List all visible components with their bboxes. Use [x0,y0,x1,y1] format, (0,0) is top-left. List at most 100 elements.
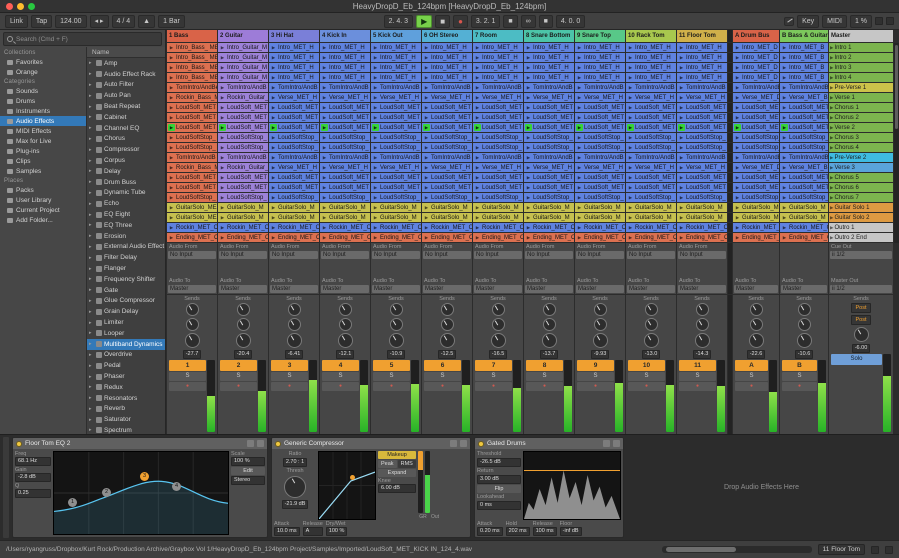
clip-slot[interactable]: ▶TomIntro/AndB [422,153,472,162]
pan-knob[interactable] [593,333,608,348]
clip-slot[interactable]: ▶LoudSoft_MET [422,183,472,192]
clip-slot[interactable]: ▶Ending_MET_O [371,233,421,242]
clip-slot[interactable]: ▶Verse_MET_H [320,163,370,172]
track-header[interactable]: 9 Snare Top [575,30,625,42]
gain-value[interactable]: -2.8 dB [15,473,51,482]
clip-slot[interactable]: ▶LoudSoftStop_ [473,143,523,152]
browser-device-item[interactable]: ▸Flanger [87,263,165,274]
send-a-knob[interactable] [645,303,658,316]
clip-slot[interactable]: ▶LoudSoft_MET [167,113,217,122]
clip-slot[interactable]: ▶LoudSoft_MET [371,113,421,122]
send-a-knob[interactable] [339,303,352,316]
clip-slot[interactable]: ▶LoudSoftStop_ [626,133,676,142]
clip-slot[interactable]: ▶GuitarSolo_M [473,213,523,222]
clip-slot[interactable]: ▶LoudSoft_MET [269,173,319,182]
clip-slot[interactable]: ▶Intro_Guitar_M [218,43,268,52]
browser-device-item[interactable]: ▸Reverb [87,404,165,415]
clip-slot[interactable]: ▶Ending_MET_O [218,233,268,242]
tap-tempo-button[interactable]: Tap [31,15,52,28]
arm-button[interactable]: ● [271,382,308,391]
clip-slot[interactable]: ▶GuitarSolo_M [524,213,574,222]
scene-slot[interactable]: ▶Chorus 4 [829,143,893,152]
scene-slot[interactable]: ▶Outro 2 End [829,233,893,242]
clip-slot[interactable]: ▶Verse_MET_H [524,163,574,172]
sends-post-button[interactable]: Post [851,315,870,325]
clip-slot[interactable]: ▶GuitarSolo_M [371,203,421,212]
browser-device-item[interactable]: ▸Gate [87,285,165,296]
freq-value[interactable]: 68.1 Hz [15,457,51,466]
volume-value[interactable]: -27.7 [183,350,202,359]
clip-slot[interactable]: ▶LoudSoftStop_ [473,133,523,142]
browser-device-item[interactable]: ▸Saturator [87,414,165,425]
browser-device-item[interactable]: ▸Beat Repeat [87,101,165,112]
nudge-buttons[interactable]: ◂ ▸ [90,15,109,28]
clip-slot[interactable]: ▶LoudSoft_MET [626,103,676,112]
send-b-knob[interactable] [492,318,505,331]
browser-device-item[interactable]: ▸Auto Pan [87,90,165,101]
gate-return-value[interactable]: 3.00 dB [477,475,521,484]
clip-slot[interactable]: ▶Intro_MET_H [677,73,727,82]
clip-slot[interactable]: ▶TomIntro/AndB [575,83,625,92]
track-header[interactable]: B Bass & Guitar [780,30,828,42]
input-chooser[interactable]: No Input [474,251,522,259]
clip-slot[interactable]: ▶LoudSoftStop_ [524,133,574,142]
track-activator-button[interactable]: B [782,360,817,371]
clip-slot[interactable]: ▶Intro_Guitar_M [218,73,268,82]
pan-knob[interactable] [749,333,764,348]
clip-slot[interactable]: ▶LoudSoftStop_ [269,133,319,142]
clip-slot[interactable]: ▶TomIntro/AndB [524,153,574,162]
clip-slot[interactable]: ▶Intro_Bass_ MET [167,63,217,72]
clip-slot[interactable]: ▶GuitarSolo_M [218,213,268,222]
volume-value[interactable]: -6.00 [852,344,871,353]
clip-slot[interactable]: ▶GuitarSolo_M [473,203,523,212]
arm-button[interactable]: ● [322,382,359,391]
clip-slot[interactable]: ▶LoudSoft_MET [524,183,574,192]
eq-band-handle[interactable]: 4 [172,482,181,491]
arm-button[interactable]: ● [526,382,563,391]
clip-slot[interactable]: ▶Verse_MET_H [422,93,472,102]
clip-slot[interactable]: ▶LoudSoft_MET [473,123,523,132]
scene-slot[interactable]: ▶Verse 2 [829,123,893,132]
clip-slot[interactable]: ▶Ending_MET_O [575,233,625,242]
pan-knob[interactable] [389,333,404,348]
scene-slot[interactable]: ▶Intro 2 [829,53,893,62]
clip-slot[interactable]: ▶TomIntro/AndB [218,83,268,92]
clip-slot[interactable]: ▶Intro_MET_H [626,53,676,62]
clip-slot[interactable]: ▶Ending_MET_O [780,233,828,242]
clip-slot[interactable]: ▶TomIntro/AndB [320,83,370,92]
clip-slot[interactable]: ▶LoudSoft_MET [320,103,370,112]
clip-slot[interactable]: ▶LoudSoftStop_ [422,143,472,152]
scene-slot[interactable]: ▶Chorus 2 [829,113,893,122]
clip-slot[interactable]: ▶Verse_MET_H [677,93,727,102]
browser-device-item[interactable]: ▸Looper [87,328,165,339]
browser-device-item[interactable]: ▸Cabinet [87,112,165,123]
track-activator-button[interactable]: 2 [220,360,257,371]
clip-slot[interactable]: ▶LoudSoft_MET [320,123,370,132]
browser-device-item[interactable]: ▸Amp [87,58,165,69]
clip-slot[interactable]: ▶Rockin_MET_O [371,223,421,232]
output-chooser[interactable]: Master [168,285,216,293]
pan-knob[interactable] [236,333,251,348]
clip-slot[interactable]: ▶GuitarSolo_M [218,203,268,212]
clip-slot[interactable]: ▶Intro_MET_B [780,53,828,62]
ratio-value[interactable]: 2.70 : 1 [283,458,307,467]
clip-slot[interactable]: ▶Verse_MET_D [733,163,779,172]
clip-slot[interactable]: ▶LoudSoft_MET [371,183,421,192]
clip-slot[interactable]: ▶Verse_MET_H [575,93,625,102]
clip-slot[interactable]: ▶LoudSoft_MET [218,113,268,122]
clip-slot[interactable]: ▶Intro_MET_H [626,73,676,82]
track-header[interactable]: 5 Kick Out [371,30,421,42]
clip-slot[interactable]: ▶Intro_MET_D [733,53,779,62]
sidebar-item-packs[interactable]: Packs [0,185,86,195]
clip-slot[interactable]: ▶LoudSoftStop_ [733,143,779,152]
clip-slot[interactable]: ▶Rockin_MET_O [677,223,727,232]
clip-slot[interactable]: ▶GuitarSolo_M [626,203,676,212]
clip-slot[interactable]: ▶LoudSoft_MET [677,183,727,192]
send-b-knob[interactable] [798,318,811,331]
track-header-master[interactable]: Master [829,30,893,42]
hscrollbar-thumb[interactable] [666,547,736,552]
sidebar-item-orange[interactable]: Orange [0,67,86,77]
clip-slot[interactable]: ▶Verse_MET_H [320,93,370,102]
device-activator-button[interactable] [275,441,281,447]
pan-knob[interactable] [287,333,302,348]
